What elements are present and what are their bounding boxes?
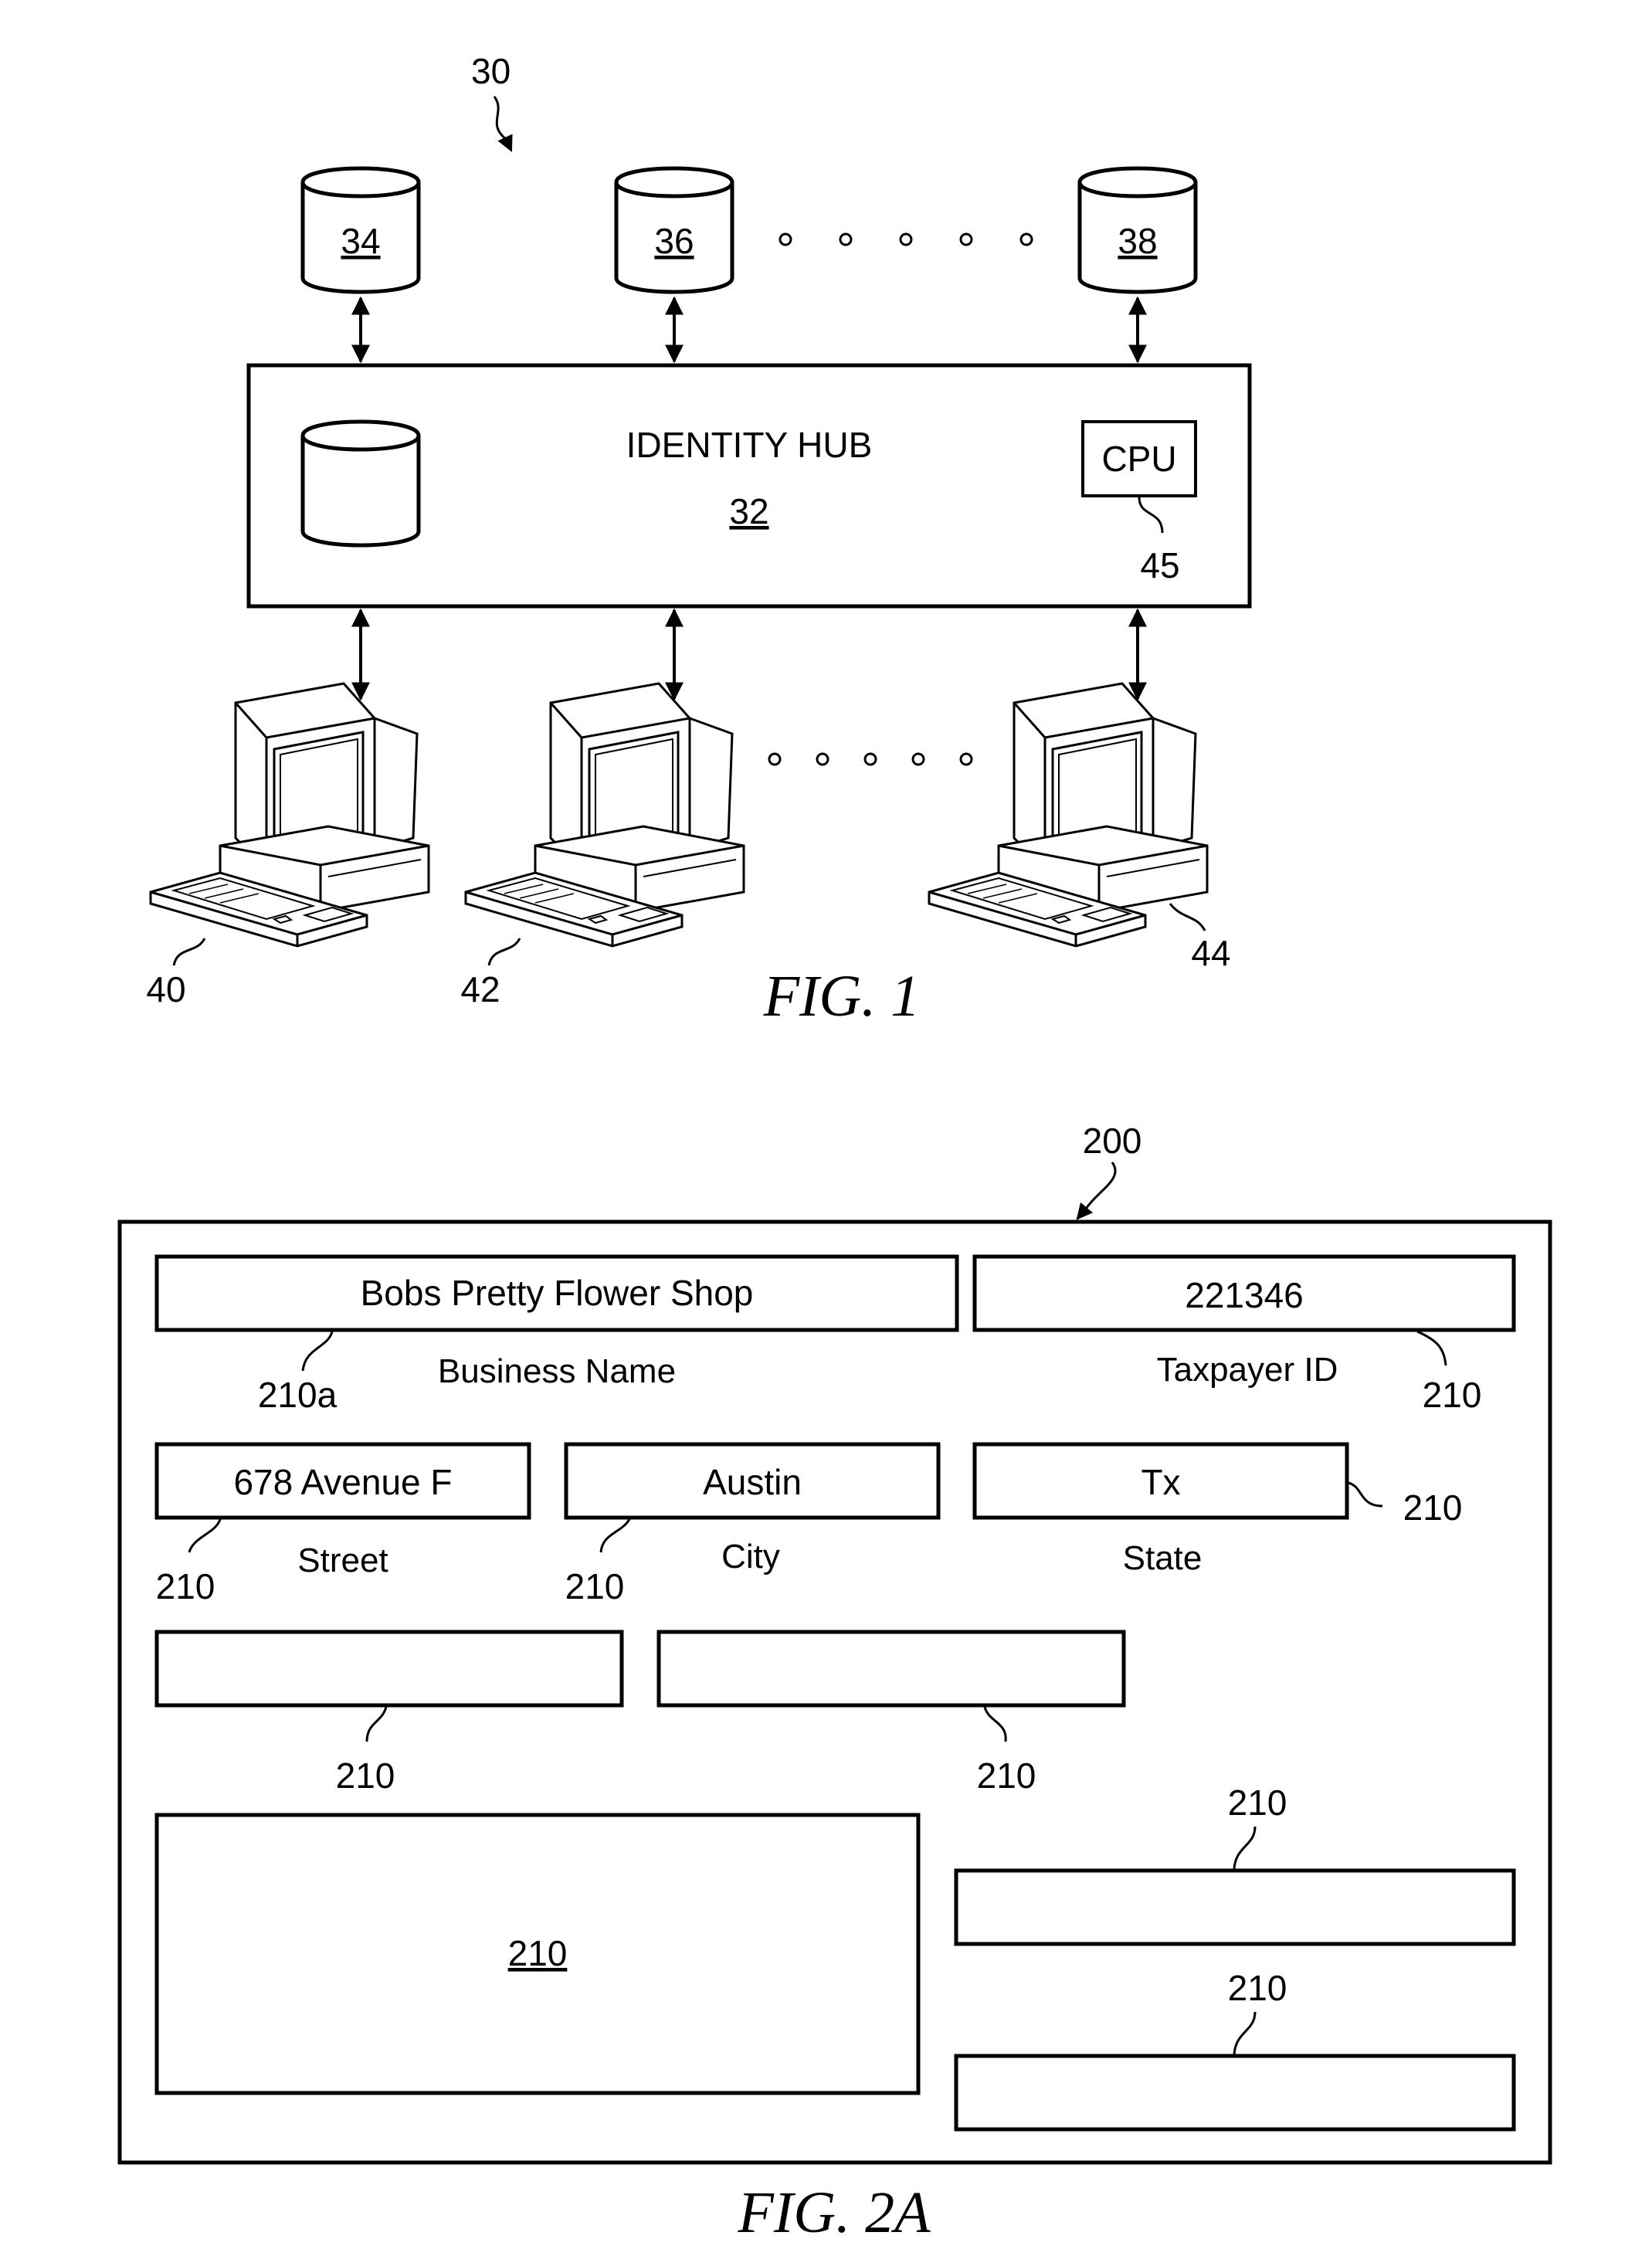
ref-street: 210 (156, 1566, 215, 1606)
state-field[interactable]: Tx (972, 1442, 1349, 1520)
identity-hub: IDENTITY HUB 32 CPU 45 (246, 363, 1252, 609)
large-area-ref: 210 (508, 1933, 568, 1973)
ref-city: 210 (565, 1566, 625, 1606)
business-name-value: Bobs Pretty Flower Shop (361, 1273, 754, 1313)
ref-30-leader (493, 96, 513, 152)
computer-40: 40 (146, 682, 430, 1009)
cpu-label: CPU (1101, 439, 1176, 479)
database-38-label: 38 (1118, 221, 1157, 261)
ref-taxpayer: 210 (1423, 1375, 1482, 1415)
desktop-computer-icon (149, 682, 430, 948)
empty-field-2[interactable] (656, 1630, 1126, 1708)
state-label: State (1123, 1539, 1203, 1577)
cpu-ref: 45 (1140, 545, 1179, 585)
fig2a-form: 200 Bobs Pretty Flower Shop 210a Busines… (117, 1121, 1552, 2245)
large-text-area[interactable]: 210 (154, 1813, 921, 2095)
db-hub-connectors (351, 296, 1147, 364)
street-value: 678 Avenue F (233, 1462, 452, 1502)
ref-right-1: 210 (1228, 1783, 1287, 1823)
city-value: Austin (703, 1462, 802, 1502)
street-field[interactable]: 678 Avenue F (154, 1442, 531, 1520)
empty-field-3[interactable] (954, 1868, 1516, 1946)
computer-44-ref: 44 (1191, 933, 1230, 973)
ref-30-label: 30 (471, 51, 511, 91)
taxpayer-id-value: 221346 (1185, 1275, 1304, 1315)
computer-44: 44 (928, 682, 1231, 973)
ref-empty-2: 210 (977, 1755, 1036, 1796)
business-name-label: Business Name (438, 1352, 676, 1390)
ref-right-2: 210 (1228, 1968, 1287, 2008)
ref-empty-1: 210 (336, 1755, 395, 1796)
computer-42-ref: 42 (460, 969, 500, 1009)
street-label: Street (297, 1542, 388, 1579)
ref-200-label: 200 (1083, 1121, 1142, 1161)
db-ellipsis (779, 232, 1033, 246)
patent-drawing-sheet: 30 34 36 38 IDENTITY HUB 32 CPU 45 40 42… (117, 51, 1552, 2245)
fig1-caption: FIG. 1 (763, 964, 921, 1029)
database-36-label: 36 (654, 221, 694, 261)
computer-40-ref: 40 (146, 969, 185, 1009)
empty-field-1[interactable] (154, 1630, 624, 1708)
desktop-computer-icon (464, 682, 745, 948)
ref-210a: 210a (258, 1375, 338, 1415)
fig1-diagram: 30 34 36 38 IDENTITY HUB 32 CPU 45 40 42… (146, 51, 1252, 1029)
ref-200-leader (1076, 1162, 1117, 1220)
hub-database-icon (303, 422, 419, 545)
hub-computer-connectors (351, 608, 1147, 701)
state-value: Tx (1141, 1462, 1180, 1502)
city-label: City (721, 1538, 780, 1576)
ref-state: 210 (1403, 1487, 1463, 1528)
taxpayer-id-label: Taxpayer ID (1157, 1351, 1338, 1389)
desktop-computer-icon (928, 682, 1209, 948)
city-field[interactable]: Austin (564, 1442, 941, 1520)
hub-title: IDENTITY HUB (626, 425, 873, 465)
computer-42: 42 (460, 682, 745, 1009)
database-38: 38 (1080, 168, 1196, 292)
database-36: 36 (616, 168, 732, 292)
computer-ellipsis (768, 752, 973, 766)
empty-field-4[interactable] (954, 2054, 1516, 2132)
taxpayer-id-field[interactable]: 221346 (972, 1254, 1516, 1332)
hub-ref: 32 (729, 491, 768, 531)
fig2a-caption: FIG. 2A (737, 2180, 931, 2245)
business-name-field[interactable]: Bobs Pretty Flower Shop (154, 1254, 959, 1332)
database-34-label: 34 (341, 221, 380, 261)
database-34: 34 (303, 168, 419, 292)
